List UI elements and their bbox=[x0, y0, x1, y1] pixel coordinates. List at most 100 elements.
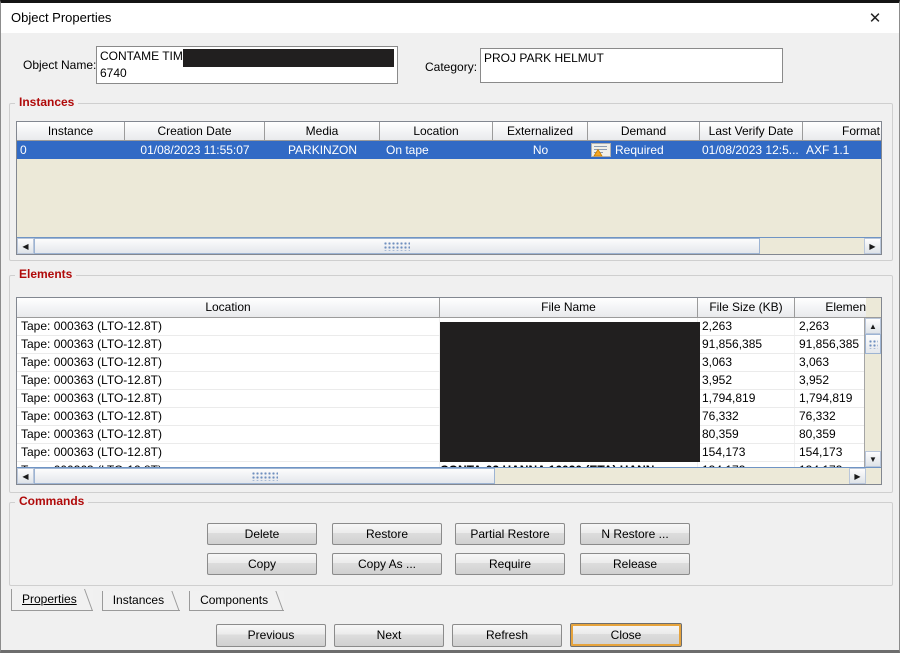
cell-externalized: No bbox=[493, 141, 588, 159]
column-header-externalized[interactable]: Externalized bbox=[493, 122, 588, 141]
cell-demand: Required bbox=[588, 141, 700, 159]
cell-element-location: Tape: 000363 (LTO-12.8T) bbox=[17, 336, 440, 353]
column-header-location[interactable]: Location bbox=[380, 122, 493, 141]
cell-file-size: 80,359 bbox=[698, 426, 795, 443]
column-header-instance[interactable]: Instance bbox=[17, 122, 125, 141]
cell-element-size: 2,263 bbox=[795, 318, 864, 335]
cell-file-size: 91,856,385 bbox=[698, 336, 795, 353]
tab-edge bbox=[84, 589, 93, 611]
instances-horizontal-scrollbar: ◀ ▶ bbox=[17, 237, 881, 254]
category-value: PROJ PARK HELMUT bbox=[484, 50, 779, 67]
redaction-box bbox=[183, 49, 394, 67]
instances-hscroll-track[interactable] bbox=[760, 238, 864, 254]
cell-file-size: 134,173 bbox=[698, 462, 795, 467]
bottom-tab-strip: Properties Instances Components bbox=[11, 591, 284, 611]
cell-instance: 0 bbox=[17, 141, 125, 159]
scroll-left-icon[interactable]: ◀ bbox=[17, 468, 34, 484]
tab-components[interactable]: Components bbox=[189, 591, 284, 611]
redaction-box bbox=[440, 322, 700, 462]
instances-group-title: Instances bbox=[15, 95, 78, 109]
category-field[interactable]: PROJ PARK HELMUT bbox=[480, 48, 783, 83]
previous-button[interactable]: Previous bbox=[216, 624, 326, 647]
cell-element-location: Tape: 000363 (LTO-12.8T) bbox=[17, 354, 440, 371]
cell-file-size: 1,794,819 bbox=[698, 390, 795, 407]
tab-label: Properties bbox=[22, 592, 77, 606]
elements-vscroll-track[interactable] bbox=[865, 354, 881, 451]
scroll-left-icon[interactable]: ◀ bbox=[17, 238, 34, 254]
cell-file-size: 3,952 bbox=[698, 372, 795, 389]
release-button[interactable]: Release bbox=[580, 553, 690, 575]
column-header-file-name[interactable]: File Name bbox=[440, 298, 698, 318]
cell-file-size: 154,173 bbox=[698, 444, 795, 461]
cell-element-size: 3,063 bbox=[795, 354, 864, 371]
next-button[interactable]: Next bbox=[334, 624, 444, 647]
n-restore-button[interactable]: N Restore ... bbox=[580, 523, 690, 545]
instance-row-selected[interactable]: 0 01/08/2023 11:55:07 PARKINZON On tape … bbox=[17, 141, 881, 159]
category-label: Category: bbox=[425, 60, 477, 74]
cell-element-size: 154,173 bbox=[795, 444, 864, 461]
cell-element-location: Tape: 000363 (LTO-12.8T) bbox=[17, 462, 440, 467]
scrollbar-corner bbox=[866, 467, 882, 484]
tab-instances[interactable]: Instances bbox=[102, 591, 180, 611]
scroll-grip bbox=[384, 242, 410, 251]
cell-element-size: 3,952 bbox=[795, 372, 864, 389]
scroll-down-icon[interactable]: ▼ bbox=[865, 451, 881, 467]
delete-button[interactable]: Delete bbox=[207, 523, 317, 545]
elements-group-title: Elements bbox=[15, 267, 76, 281]
elements-hscroll-track[interactable] bbox=[495, 468, 849, 484]
cell-format: AXF 1.1 bbox=[803, 141, 882, 159]
partial-restore-button[interactable]: Partial Restore bbox=[455, 523, 565, 545]
column-header-format[interactable]: Format bbox=[803, 122, 882, 141]
instances-hscroll-thumb[interactable] bbox=[34, 238, 760, 254]
copy-button[interactable]: Copy bbox=[207, 553, 317, 575]
column-header-element-size[interactable]: Elemen bbox=[795, 298, 866, 318]
column-header-element-location[interactable]: Location bbox=[17, 298, 440, 318]
cell-element-size: 134,173 bbox=[795, 462, 864, 467]
copy-as-button[interactable]: Copy As ... bbox=[332, 553, 442, 575]
cell-creation-date: 01/08/2023 11:55:07 bbox=[125, 141, 265, 159]
cell-media: PARKINZON bbox=[265, 141, 380, 159]
column-header-media[interactable]: Media bbox=[265, 122, 380, 141]
elements-body: Tape: 000363 (LTO-12.8T) 2,263 2,263 Tap… bbox=[17, 318, 881, 467]
commands-group: Commands Delete Restore Partial Restore … bbox=[9, 502, 893, 586]
close-icon[interactable]: ✕ bbox=[865, 9, 885, 27]
require-button[interactable]: Require bbox=[455, 553, 565, 575]
object-name-line2: 6740 bbox=[100, 65, 394, 82]
object-name-label: Object Name: bbox=[23, 58, 96, 72]
cell-file-size: 2,263 bbox=[698, 318, 795, 335]
object-name-field[interactable]: CONTAME TIM- 6740 bbox=[96, 46, 398, 84]
cell-file-size: 3,063 bbox=[698, 354, 795, 371]
cell-element-size: 76,332 bbox=[795, 408, 864, 425]
cell-element-location: Tape: 000363 (LTO-12.8T) bbox=[17, 426, 440, 443]
scroll-right-icon[interactable]: ▶ bbox=[849, 468, 866, 484]
cell-element-location: Tape: 000363 (LTO-12.8T) bbox=[17, 444, 440, 461]
elements-header-corner bbox=[866, 298, 882, 318]
refresh-button[interactable]: Refresh bbox=[452, 624, 562, 647]
demand-note-icon bbox=[591, 143, 611, 159]
instances-table: Instance Creation Date Media Location Ex… bbox=[16, 121, 882, 255]
elements-vscroll-thumb[interactable] bbox=[865, 334, 881, 354]
restore-button[interactable]: Restore bbox=[332, 523, 442, 545]
scroll-grip bbox=[252, 472, 278, 481]
cell-file-name: CONTA-03 HANNA 16030 (ETA) HANN bbox=[440, 462, 698, 467]
cell-element-location: Tape: 000363 (LTO-12.8T) bbox=[17, 318, 440, 335]
close-button[interactable]: Close bbox=[570, 623, 682, 647]
cell-location: On tape bbox=[380, 141, 493, 159]
elements-hscroll-thumb[interactable] bbox=[34, 468, 495, 484]
cell-element-location: Tape: 000363 (LTO-12.8T) bbox=[17, 372, 440, 389]
scroll-right-icon[interactable]: ▶ bbox=[864, 238, 881, 254]
column-header-creation-date[interactable]: Creation Date bbox=[125, 122, 265, 141]
column-header-last-verify-date[interactable]: Last Verify Date bbox=[700, 122, 803, 141]
instances-empty-area bbox=[17, 159, 881, 237]
commands-group-title: Commands bbox=[15, 494, 88, 508]
tab-properties[interactable]: Properties bbox=[11, 589, 93, 611]
table-row-partial[interactable]: Tape: 000363 (LTO-12.8T) CONTA-03 HANNA … bbox=[17, 462, 864, 467]
elements-table: Location File Name File Size (KB) Elemen… bbox=[16, 297, 882, 485]
cell-element-size: 80,359 bbox=[795, 426, 864, 443]
column-header-demand[interactable]: Demand bbox=[588, 122, 700, 141]
column-header-file-size[interactable]: File Size (KB) bbox=[698, 298, 795, 318]
title-bar: Object Properties ✕ bbox=[1, 3, 899, 33]
scroll-up-icon[interactable]: ▲ bbox=[865, 318, 881, 334]
cell-file-size: 76,332 bbox=[698, 408, 795, 425]
tab-label: Components bbox=[200, 593, 268, 607]
